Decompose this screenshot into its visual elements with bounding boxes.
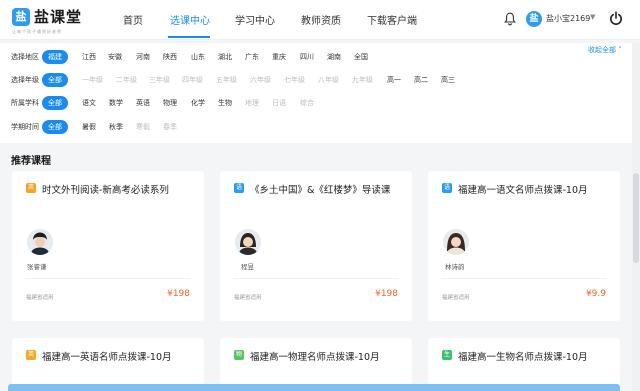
logo-title: 盐课堂 [34, 8, 83, 26]
nav-teacher-qualification[interactable]: 教师资质 [301, 12, 341, 27]
subject-badge-icon: 物 [234, 350, 244, 360]
filter-option[interactable]: 三年级 [149, 73, 170, 87]
bell-icon[interactable] [504, 12, 516, 26]
teacher-avatar [235, 229, 261, 255]
course-price: ¥198 [375, 289, 398, 299]
filter-row-region: 选择地区 福建 江西 安徽 河南 陕西 山东 湖北 广东 重庆 四川 湖南 全国 [0, 50, 632, 64]
filter-option[interactable]: 七年级 [284, 73, 305, 87]
filter-option[interactable]: 春季 [163, 120, 177, 134]
filter-option[interactable]: 全国 [354, 50, 368, 64]
filter-option[interactable]: 数学 [109, 96, 123, 110]
user-avatar[interactable]: 盐 [526, 11, 542, 27]
username[interactable]: 盐小宝2169 [546, 13, 590, 24]
filter-option[interactable]: 综合 [300, 96, 314, 110]
teacher-name: 林诗韵 [445, 263, 465, 271]
filter-option[interactable]: 八年级 [318, 73, 339, 87]
course-title[interactable]: 时文外刊阅读-新高考必读系列 [42, 182, 169, 196]
filter-option[interactable]: 五年级 [216, 73, 237, 87]
region-note: 福建省适用 [442, 295, 470, 301]
filter-option[interactable]: 高一 [387, 73, 401, 87]
nav-course-center[interactable]: 选课中心 [170, 12, 210, 27]
logo-slogan: 让每个孩子遇到好老师 [12, 29, 62, 34]
divider [26, 278, 190, 279]
divider [234, 278, 398, 279]
filter-option[interactable]: 二年级 [116, 73, 137, 87]
filter-option[interactable]: 九年级 [352, 73, 373, 87]
filter-option[interactable]: 全部 [42, 73, 68, 87]
filter-label: 所属学科 [11, 99, 39, 107]
course-title[interactable]: 福建高一物理名师点拨课-10月 [250, 349, 380, 363]
filter-option[interactable]: 江西 [82, 50, 96, 64]
logo-mark-icon: 盐 [12, 8, 30, 26]
scrollbar-thumb[interactable] [633, 173, 639, 263]
filter-option[interactable]: 化学 [191, 96, 205, 110]
filter-option[interactable]: 湖北 [218, 50, 232, 64]
filter-option[interactable]: 六年级 [250, 73, 271, 87]
subject-badge-icon: 语 [234, 183, 244, 193]
filter-option[interactable]: 语文 [82, 96, 96, 110]
top-header: 盐 盐课堂 让每个孩子遇到好老师 首页 选课中心 学习中心 教师资质 下载客户端… [0, 0, 640, 40]
filter-option[interactable]: 一年级 [82, 73, 103, 87]
course-title[interactable]: 《乡土中国》&《红楼梦》导读课 [250, 182, 390, 196]
teacher-avatar [27, 229, 53, 255]
nav-home[interactable]: 首页 [123, 12, 143, 27]
filter-row-subject: 所属学科 全部 语文 数学 英语 物理 化学 生物 地理 日语 综合 [0, 96, 632, 110]
filter-option[interactable]: 英语 [136, 96, 150, 110]
filter-option[interactable]: 高二 [414, 73, 428, 87]
filter-row-term: 学期时间 全部 暑假 秋季 寒假 春季 [0, 120, 632, 134]
course-card[interactable]: 语 福建高一语文名师点拨课-10月 林诗韵 福建省适用 ¥9.9 [428, 171, 620, 321]
subject-badge-icon: 英 [26, 350, 36, 360]
teacher-name: 程昱 [241, 263, 254, 271]
region-note: 福建省适用 [26, 295, 54, 301]
filter-panel: 收起全部 ˄ 选择地区 福建 江西 安徽 河南 陕西 山东 湖北 广东 重庆 四… [0, 43, 632, 143]
subject-badge-icon: 生 [442, 350, 452, 360]
filter-option[interactable]: 秋季 [109, 120, 123, 134]
page-scrollbar[interactable] [632, 43, 640, 391]
filter-option[interactable]: 山东 [191, 50, 205, 64]
chevron-down-icon[interactable]: ▼ [590, 13, 595, 21]
course-card[interactable]: 英 时文外刊阅读-新高考必读系列 张睿谦 福建省适用 ¥198 [12, 171, 204, 321]
course-card[interactable]: 语 《乡土中国》&《红楼梦》导读课 程昱 福建省适用 ¥198 [220, 171, 412, 321]
filter-option[interactable]: 寒假 [136, 120, 150, 134]
filter-option[interactable]: 全部 [42, 120, 68, 134]
filter-option[interactable]: 日语 [272, 96, 286, 110]
filter-label: 选择年级 [11, 76, 39, 84]
filter-option[interactable]: 暑假 [82, 120, 96, 134]
filter-option[interactable]: 物理 [163, 96, 177, 110]
subject-badge-icon: 英 [26, 183, 36, 193]
filter-option[interactable]: 陕西 [163, 50, 177, 64]
course-price: ¥9.9 [585, 289, 606, 299]
filter-option[interactable]: 福建 [42, 50, 68, 64]
filter-option[interactable]: 生物 [218, 96, 232, 110]
site-logo[interactable]: 盐 盐课堂 让每个孩子遇到好老师 [12, 5, 112, 35]
filter-label: 选择地区 [11, 53, 39, 61]
filter-label: 学期时间 [11, 123, 39, 131]
filter-option[interactable]: 四川 [300, 50, 314, 64]
filter-option[interactable]: 河南 [136, 50, 150, 64]
nav-study-center[interactable]: 学习中心 [235, 12, 275, 27]
filter-option[interactable]: 高三 [441, 73, 455, 87]
filter-option[interactable]: 全部 [42, 96, 68, 110]
region-note: 福建省适用 [234, 295, 262, 301]
filter-option[interactable]: 广东 [245, 50, 259, 64]
teacher-avatar [443, 229, 469, 255]
filter-option[interactable]: 四年级 [182, 73, 203, 87]
nav-active-indicator [168, 36, 210, 38]
filter-option[interactable]: 安徽 [108, 50, 122, 64]
power-icon[interactable] [609, 11, 623, 26]
filter-row-grade: 选择年级 全部 一年级 二年级 三年级 四年级 五年级 六年级 七年级 八年级 … [0, 73, 632, 87]
filter-option[interactable]: 地理 [245, 96, 259, 110]
nav-download-client[interactable]: 下载客户端 [367, 12, 417, 27]
filter-option[interactable]: 湖南 [327, 50, 341, 64]
course-price: ¥198 [167, 289, 190, 299]
subject-badge-icon: 语 [442, 183, 452, 193]
divider [442, 278, 606, 279]
section-title: 推荐课程 [11, 156, 51, 167]
course-title[interactable]: 福建高一生物名师点拨课-10月 [458, 349, 588, 363]
filter-option[interactable]: 重庆 [272, 50, 286, 64]
course-title[interactable]: 福建高一语文名师点拨课-10月 [458, 182, 588, 196]
course-title[interactable]: 福建高一英语名师点拨课-10月 [42, 349, 172, 363]
teacher-name: 张睿谦 [27, 263, 47, 271]
bottom-banner-edge[interactable] [8, 384, 620, 391]
